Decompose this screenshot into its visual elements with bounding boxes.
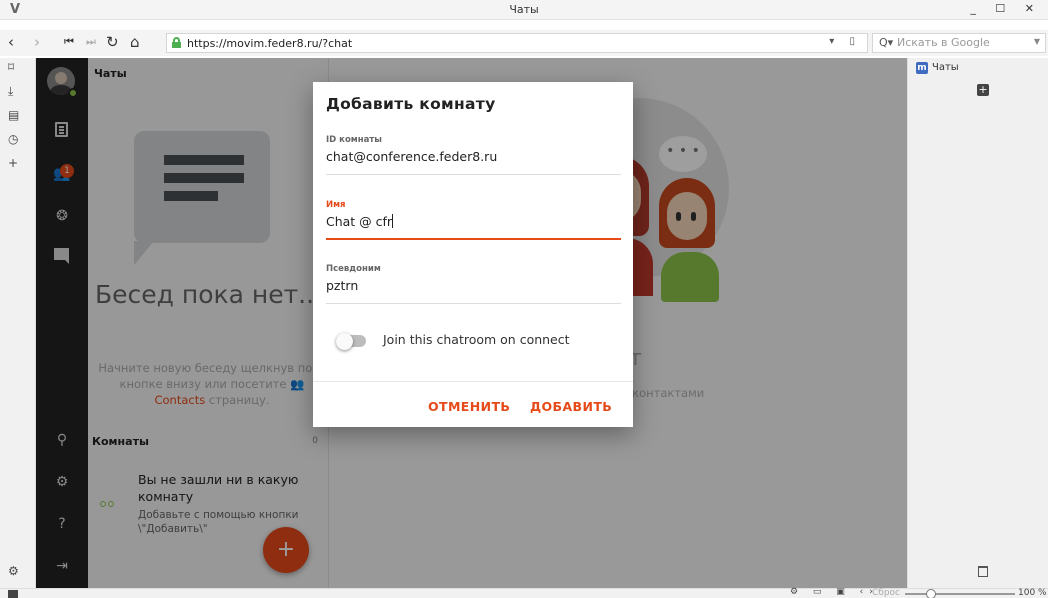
zoom-reset[interactable]: Сброс bbox=[872, 588, 900, 598]
fast-forward-icon[interactable]: ⏭ bbox=[86, 33, 96, 51]
dialog-title: Добавить комнату bbox=[326, 95, 496, 113]
address-bar[interactable]: https://movim.feder8.ru/?chat ▾ ▯ bbox=[166, 33, 868, 53]
back-icon[interactable]: ‹ bbox=[8, 33, 14, 51]
notes-panel-icon[interactable]: ▤ bbox=[8, 108, 19, 122]
window-title: Чаты bbox=[509, 3, 539, 16]
settings-panel-icon[interactable]: ⚙ bbox=[8, 564, 19, 578]
zoom-slider[interactable] bbox=[905, 593, 1015, 595]
add-panel-button[interactable]: + bbox=[977, 84, 989, 96]
nickname-label: Псевдоним bbox=[326, 264, 381, 274]
status-bar: ⚙ ▭ ▣ ‹› Сброс 100 % bbox=[0, 587, 1048, 598]
web-panel: m Чаты + bbox=[907, 58, 1048, 588]
lock-icon bbox=[172, 37, 181, 48]
downloads-panel-icon[interactable]: ⤓ bbox=[8, 84, 13, 99]
room-name-input[interactable]: Chat @ cfr bbox=[326, 214, 621, 240]
rewind-icon[interactable]: ⏮ bbox=[64, 33, 74, 51]
reload-icon[interactable]: ↻ bbox=[106, 33, 119, 51]
add-room-dialog: Добавить комнату ID комнаты chat@confere… bbox=[313, 82, 633, 427]
window-controls[interactable]: _ ☐ ✕ bbox=[970, 2, 1042, 15]
dialog-divider bbox=[313, 381, 633, 382]
room-name-field[interactable]: Имя Chat @ cfr bbox=[326, 200, 621, 240]
window-titlebar: V Чаты _ ☐ ✕ bbox=[0, 0, 1048, 20]
nickname-input[interactable]: pztrn bbox=[326, 278, 621, 304]
room-id-label: ID комнаты bbox=[326, 135, 382, 145]
autojoin-label: Join this chatroom on connect bbox=[383, 332, 570, 347]
room-name-label: Имя bbox=[326, 200, 346, 210]
home-icon[interactable]: ⌂ bbox=[130, 33, 140, 51]
add-panel-icon[interactable]: + bbox=[8, 156, 18, 170]
navigation-bar: ‹ › ⏮ ⏭ ↻ ⌂ https://movim.feder8.ru/?cha… bbox=[0, 30, 1048, 56]
add-button[interactable]: ДОБАВИТЬ bbox=[530, 399, 612, 414]
autojoin-toggle[interactable] bbox=[336, 333, 368, 350]
trash-icon[interactable] bbox=[978, 566, 988, 577]
forward-icon[interactable]: › bbox=[34, 33, 40, 51]
room-id-input[interactable]: chat@conference.feder8.ru bbox=[326, 149, 621, 175]
search-input[interactable] bbox=[897, 36, 1027, 49]
nickname-field[interactable]: Псевдоним pztrn bbox=[326, 264, 621, 304]
address-url[interactable]: https://movim.feder8.ru/?chat bbox=[187, 37, 352, 50]
bookmark-icon[interactable]: ▾ ▯ bbox=[829, 36, 861, 47]
browser-panel-strip: ⌑ ⤓ ▤ ◷ + ⚙ bbox=[0, 58, 36, 598]
movim-logo-icon: m bbox=[916, 62, 928, 74]
cancel-button[interactable]: ОТМЕНИТЬ bbox=[428, 399, 510, 414]
history-panel-icon[interactable]: ◷ bbox=[8, 132, 18, 146]
panel-toggle-icon[interactable] bbox=[8, 590, 18, 598]
room-id-field[interactable]: ID комнаты chat@conference.feder8.ru bbox=[326, 135, 621, 175]
search-bar[interactable]: Q▾ ▼ bbox=[872, 33, 1046, 53]
zoom-slider-thumb[interactable] bbox=[926, 589, 936, 598]
search-dropdown-icon[interactable]: ▼ bbox=[1034, 37, 1040, 46]
web-panel-title: Чаты bbox=[932, 62, 959, 73]
bookmarks-panel-icon[interactable]: ⌑ bbox=[8, 60, 14, 74]
search-icon: Q▾ bbox=[879, 36, 894, 49]
status-icons[interactable]: ⚙ ▭ ▣ ‹› bbox=[790, 587, 879, 597]
zoom-level: 100 % bbox=[1018, 588, 1047, 598]
